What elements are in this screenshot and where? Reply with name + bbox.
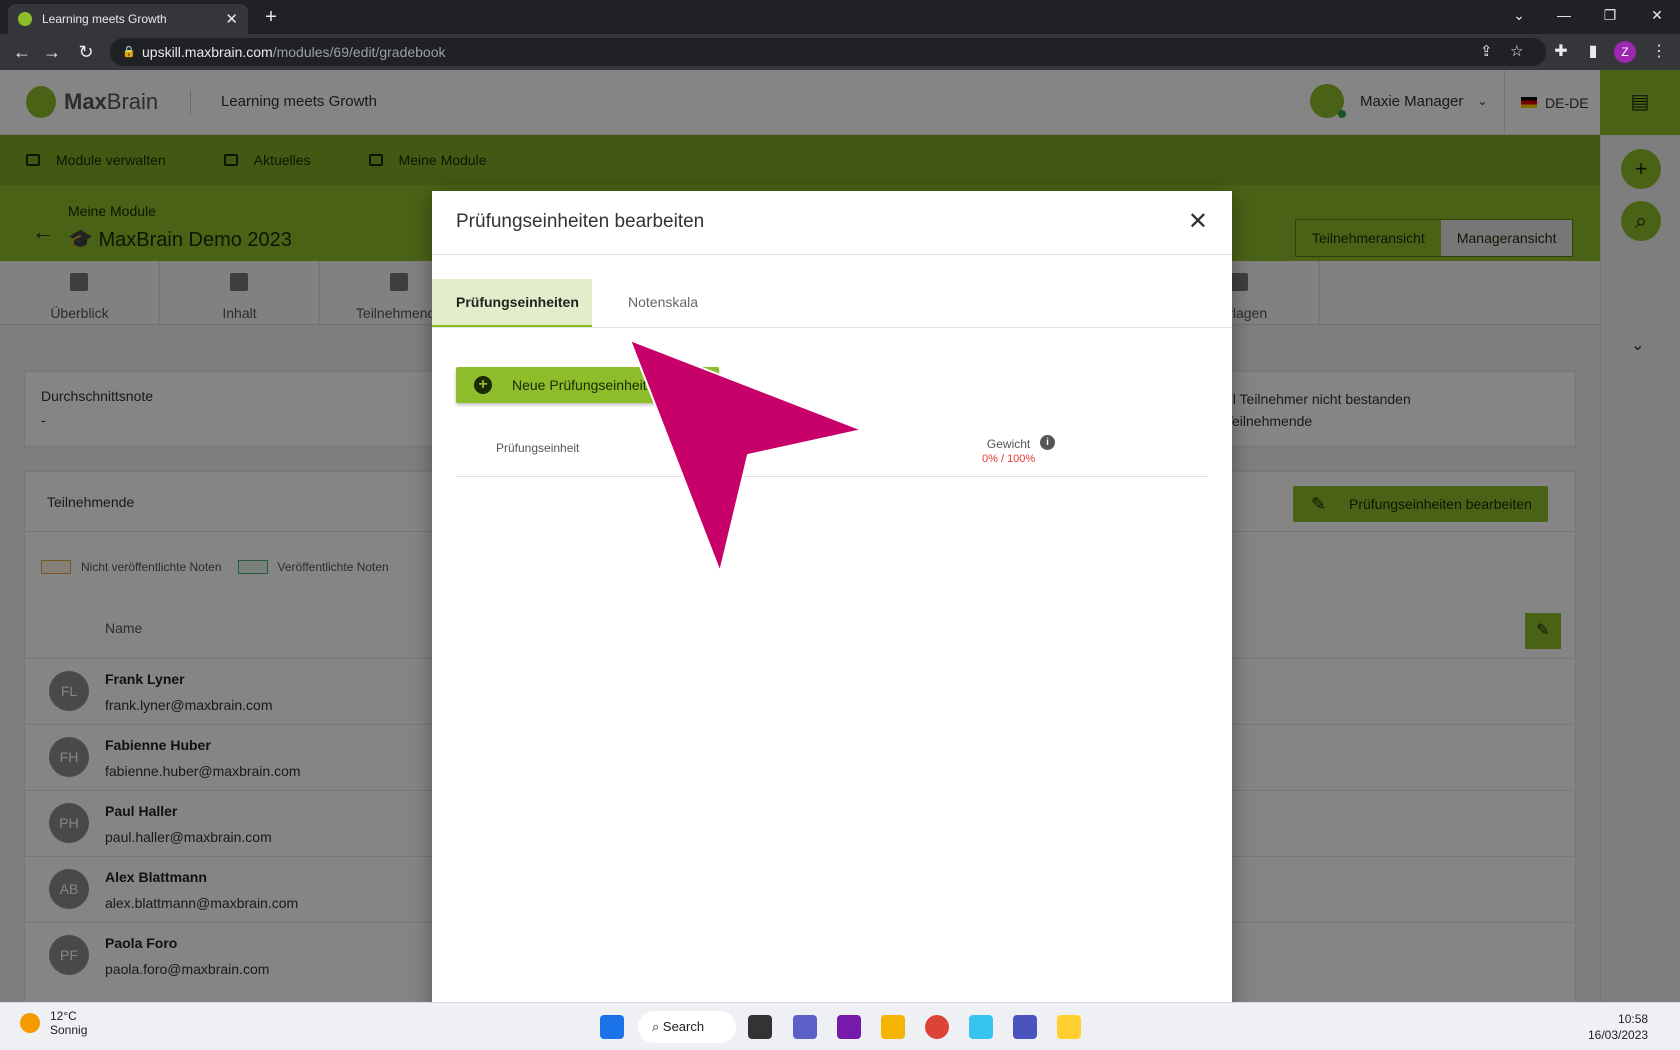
time: 10:58: [1618, 1012, 1649, 1026]
url-path: /modules/69/edit/gradebook: [272, 44, 446, 60]
url-host: upskill.maxbrain.com: [142, 44, 273, 60]
miro-icon[interactable]: [1057, 1015, 1081, 1039]
dialog-title: Prüfungseinheiten bearbeiten: [456, 211, 705, 232]
units-table-header: Prüfungseinheit Gewicht 0% / 100% i: [456, 433, 1208, 477]
address-bar: ← → ↻ 🔒 upskill.maxbrain.com/modules/69/e…: [0, 34, 1680, 70]
slack-icon[interactable]: [969, 1015, 993, 1039]
url-field[interactable]: 🔒 upskill.maxbrain.com/modules/69/edit/gr…: [110, 38, 1546, 66]
plus-circle-icon: +: [474, 376, 492, 394]
window-close-icon[interactable]: ✕: [1634, 0, 1680, 30]
taskbar: 12°C Sonnig ⌕ Search 10:58 16/03/2023: [0, 1002, 1680, 1050]
onenote-icon[interactable]: [837, 1015, 861, 1039]
reload-icon[interactable]: ↻: [74, 40, 98, 64]
windows-start-icon[interactable]: [600, 1015, 624, 1039]
app-background: MaxBrain Learning meets Growth Maxie Man…: [0, 70, 1680, 1002]
share-icon[interactable]: ⇪: [1480, 38, 1493, 66]
temperature: 12°C: [50, 1009, 77, 1023]
side-panel-icon[interactable]: ▮: [1582, 40, 1604, 64]
taskbar-search-label: Search: [662, 1019, 705, 1034]
weather-text: Sonnig: [50, 1023, 88, 1037]
lock-icon: 🔒: [122, 46, 136, 58]
taskbar-search[interactable]: ⌕ Search: [638, 1011, 736, 1043]
close-icon[interactable]: ✕: [1188, 207, 1208, 236]
file-explorer-icon[interactable]: [881, 1015, 905, 1039]
task-view-icon[interactable]: [748, 1015, 772, 1039]
favicon-icon: [18, 12, 32, 26]
restore-icon[interactable]: ❐: [1587, 0, 1633, 30]
bookmark-star-icon[interactable]: ☆: [1510, 38, 1523, 66]
tab-search-icon[interactable]: ⌄: [1496, 0, 1542, 30]
edit-exam-units-dialog: Prüfungseinheiten bearbeiten ✕ Prüfungse…: [432, 191, 1232, 1002]
create-button-label: Neue Prüfungseinheit erstellen: [512, 377, 704, 393]
new-tab-icon[interactable]: +: [258, 6, 284, 30]
column-weight: Gewicht: [986, 437, 1031, 451]
browser-tab-title: Learning meets Growth: [42, 12, 167, 26]
weather-widget[interactable]: 12°C Sonnig: [20, 1009, 87, 1037]
browser-menu-icon[interactable]: ⋮: [1648, 40, 1670, 64]
weight-total: 0% / 100%: [982, 453, 1036, 465]
tab-close-icon[interactable]: ✕: [225, 10, 238, 28]
chrome-icon[interactable]: [925, 1015, 949, 1039]
sun-icon: [20, 1013, 40, 1033]
tab-grade-scale[interactable]: Notenskala: [604, 279, 722, 327]
column-exam-unit: Prüfungseinheit: [496, 441, 580, 455]
search-icon: ⌕: [652, 1019, 663, 1034]
profile-avatar[interactable]: Z: [1614, 41, 1636, 63]
chat-app-icon[interactable]: [793, 1015, 817, 1039]
browser-tab-strip: Learning meets Growth ✕ + ⌄ — ❐ ✕: [0, 0, 1680, 34]
date: 16/03/2023: [1588, 1028, 1649, 1042]
clock: 10:58 16/03/2023: [1588, 1011, 1648, 1043]
minimize-icon[interactable]: —: [1541, 0, 1587, 30]
info-icon[interactable]: i: [1040, 435, 1055, 450]
tab-exam-units[interactable]: Prüfungseinheiten: [432, 279, 592, 327]
extensions-icon[interactable]: ✚: [1550, 40, 1572, 64]
forward-icon[interactable]: →: [40, 40, 64, 64]
back-icon[interactable]: ←: [10, 40, 34, 64]
teams-icon[interactable]: [1013, 1015, 1037, 1039]
browser-tab[interactable]: Learning meets Growth ✕: [8, 4, 248, 34]
create-exam-unit-button[interactable]: + Neue Prüfungseinheit erstellen: [456, 367, 720, 403]
